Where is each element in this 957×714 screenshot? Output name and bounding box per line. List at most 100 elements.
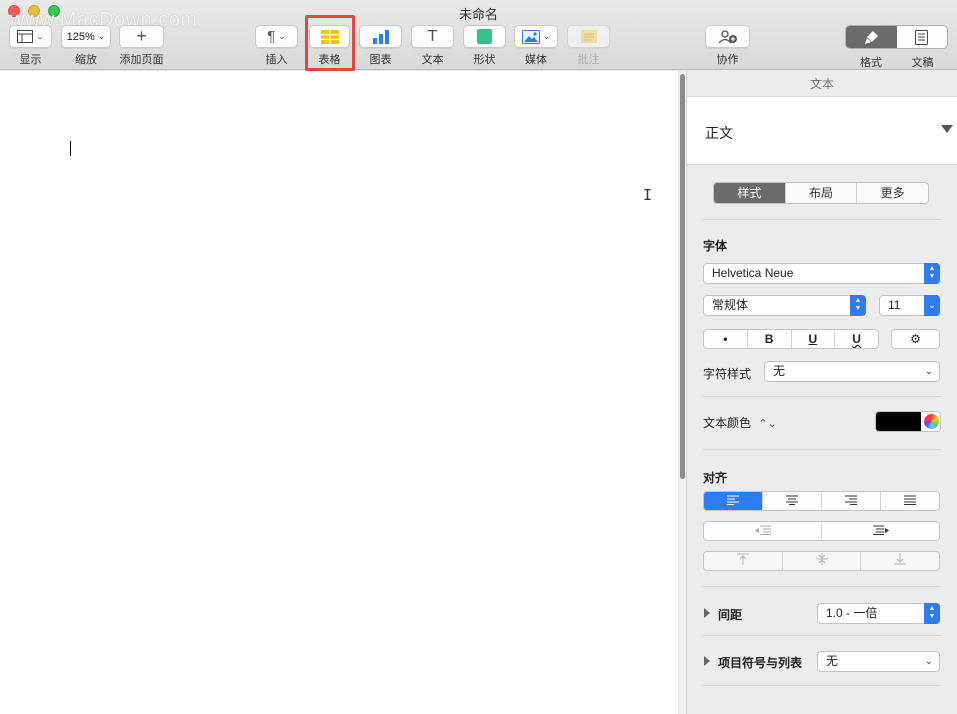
increase-indent-button[interactable]: [821, 522, 939, 540]
divider: [703, 396, 941, 397]
text-button[interactable]: T: [411, 25, 454, 48]
font-family-popup[interactable]: Helvetica Neue ▲ ▼: [703, 263, 940, 284]
disclosure-triangle-icon[interactable]: [704, 656, 710, 666]
sidebar-icon: [17, 30, 34, 43]
decrease-indent-button[interactable]: [704, 522, 821, 540]
bullets-value: 无: [826, 654, 839, 668]
char-style-value: 无: [773, 364, 786, 378]
stepper-arrows-icon: ▲ ▼: [924, 603, 940, 624]
collaborate-label: 协作: [716, 54, 739, 66]
media-button[interactable]: ⌄: [514, 25, 558, 48]
media-tool[interactable]: ⌄ 媒体: [514, 25, 558, 67]
stepper-arrows-icon: ▲ ▼: [924, 263, 940, 284]
add-page-tool[interactable]: + 添加页面: [119, 25, 164, 67]
spacing-popup[interactable]: 1.0 - 一倍 ▲ ▼: [817, 603, 940, 624]
document-icon: [915, 29, 929, 45]
collaborate-tool[interactable]: 协作: [705, 25, 750, 67]
chevron-down-icon[interactable]: ⌄: [924, 295, 940, 316]
format-inspector: 文本 正文 样式 布局 更多 字体 Helvetica Neue ▲ ▼ 常规体 …: [687, 71, 957, 714]
zoom-value: 125%: [66, 30, 95, 43]
text-tool[interactable]: T 文本: [411, 25, 454, 67]
bullets-lists-label[interactable]: 项目符号与列表: [718, 654, 802, 671]
text-options-menu[interactable]: ⚙: [891, 329, 940, 349]
paragraph-style-picker[interactable]: 正文: [687, 97, 957, 165]
font-section-title: 字体: [703, 239, 728, 253]
shape-button[interactable]: [463, 25, 506, 48]
pilcrow-icon: ¶: [267, 28, 276, 45]
indent-icon: [872, 525, 889, 535]
divider: [703, 685, 941, 686]
char-style-label: 字符样式: [703, 367, 752, 381]
add-page-button[interactable]: +: [119, 25, 164, 48]
zoom-tool[interactable]: 125% ⌄ 缩放: [61, 25, 111, 67]
typeface-popup[interactable]: 常规体 ▲ ▼: [703, 295, 866, 316]
vertical-alignment-buttons: [703, 551, 940, 571]
comment-icon: [580, 30, 597, 43]
inspector-header: 文本: [687, 71, 957, 97]
insert-button[interactable]: ¶ ⌄: [255, 25, 298, 48]
comment-tool[interactable]: 批注: [567, 25, 610, 67]
shape-label: 形状: [473, 54, 496, 66]
zoom-label: 缩放: [75, 54, 97, 66]
document-label: 文稿: [911, 57, 934, 69]
up-down-chevron-icon[interactable]: ⌃⌄: [758, 418, 776, 430]
bullets-popup[interactable]: 无 ⌄: [817, 651, 940, 672]
chart-tool[interactable]: 图表: [359, 25, 402, 67]
view-tool[interactable]: ⌄ 显示: [9, 25, 52, 67]
divider: [703, 586, 941, 587]
paragraph-style-name: 正文: [705, 125, 733, 141]
align-right-icon: [845, 495, 857, 505]
font-size-field[interactable]: 11 ⌄: [879, 295, 940, 316]
insert-tool[interactable]: ¶ ⌄ 插入: [255, 25, 298, 67]
align-top-button[interactable]: [704, 552, 782, 570]
zoom-popup[interactable]: 125% ⌄: [61, 25, 111, 48]
document-canvas[interactable]: I: [0, 71, 678, 714]
table-highlight-box: [305, 15, 355, 71]
tab-layout[interactable]: 布局: [784, 183, 857, 203]
disclosure-triangle-icon[interactable]: [941, 125, 953, 133]
alignment-buttons: [703, 491, 940, 511]
comment-label: 批注: [577, 54, 600, 66]
text-style-buttons: • B U U: [703, 329, 879, 349]
spacing-label[interactable]: 间距: [718, 606, 742, 623]
align-bottom-button[interactable]: [860, 552, 939, 570]
media-icon: [521, 29, 540, 44]
tab-style[interactable]: 样式: [714, 183, 785, 203]
inspector-toggle[interactable]: [845, 25, 948, 49]
text-color-well[interactable]: [875, 411, 941, 432]
color-wheel-icon[interactable]: [924, 414, 939, 429]
chart-button[interactable]: [359, 25, 402, 48]
shape-tool[interactable]: 形状: [463, 25, 506, 67]
format-button[interactable]: [846, 26, 897, 48]
tab-more[interactable]: 更多: [856, 183, 928, 203]
strikethrough-button[interactable]: U: [834, 330, 878, 348]
underline-button[interactable]: U: [790, 330, 835, 348]
justify-button[interactable]: [880, 492, 939, 510]
shape-icon: [477, 29, 492, 44]
document-button[interactable]: [896, 26, 947, 48]
chevron-down-icon: ⌄: [542, 31, 551, 41]
chevron-down-icon: ⌄: [278, 31, 286, 41]
divider: [703, 635, 941, 636]
char-style-popup[interactable]: 无 ⌄: [764, 361, 940, 382]
color-swatch[interactable]: [876, 412, 921, 431]
align-middle-button[interactable]: [781, 552, 861, 570]
align-right-button[interactable]: [821, 492, 880, 510]
view-button[interactable]: ⌄: [9, 25, 52, 48]
disclosure-triangle-icon[interactable]: [704, 608, 710, 618]
gear-icon[interactable]: ⚙: [892, 330, 939, 348]
comment-button[interactable]: [567, 25, 610, 48]
add-page-label: 添加页面: [119, 54, 164, 66]
bullet-button[interactable]: •: [704, 330, 747, 348]
scrollbar-thumb[interactable]: [680, 74, 685, 479]
vertical-scrollbar[interactable]: [678, 71, 687, 714]
stepper-arrows-icon: ▲ ▼: [850, 295, 866, 316]
collaborate-button[interactable]: [705, 25, 750, 48]
justify-icon: [904, 495, 916, 505]
font-family-value: Helvetica Neue: [712, 266, 794, 280]
align-left-button[interactable]: [704, 492, 762, 510]
bold-button[interactable]: B: [746, 330, 791, 348]
indent-buttons: [703, 521, 940, 541]
align-center-button[interactable]: [762, 492, 821, 510]
chevron-down-icon: ⌄: [924, 656, 933, 667]
